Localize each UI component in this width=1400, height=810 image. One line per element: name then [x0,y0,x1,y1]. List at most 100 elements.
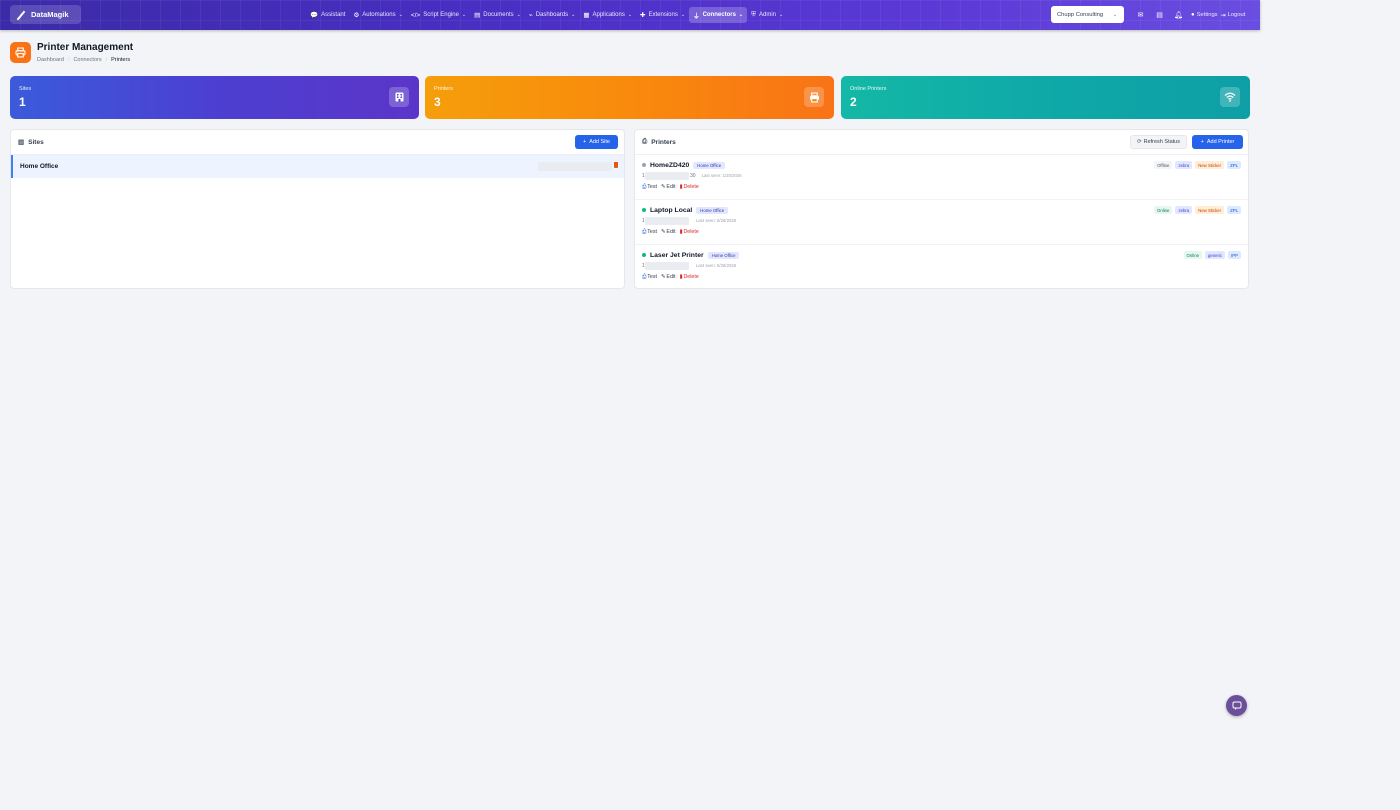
chat-bubble-icon [1232,701,1241,710]
delete-label: Delete [683,274,699,280]
add-site-button[interactable]: + Add Site [575,135,618,149]
chevron-down-icon: ⌄ [680,12,686,18]
breadcrumb-current: Printers [111,57,131,63]
add-printer-button[interactable]: + Add Printer [1192,135,1243,149]
chevron-down-icon: ⌄ [571,12,576,18]
site-address-redacted [538,162,612,171]
printer-name: HomeZD420 [650,161,690,169]
chevron-down-icon: ⌄ [461,12,467,18]
refresh-status-button[interactable]: ⟳ Refresh Status [1130,135,1187,149]
edit-icon: ✎ [660,274,666,280]
chevron-down-icon: ⌄ [627,12,633,18]
nav-label: Applications [592,12,625,18]
sites-panel-title: Sites [28,138,44,146]
trash-icon[interactable] [614,162,618,168]
printer-tag: New Sticker [1195,206,1225,214]
printer-row: Laptop Local Home Office Online zebra New … [635,200,1248,245]
logout-link[interactable]: ⇥ Logout [1221,12,1246,19]
nav-label: Script Engine [423,12,459,18]
chevron-down-icon: ⌄ [738,12,744,18]
mail-icon[interactable]: ✉ [1131,7,1150,23]
edit-label: Edit [666,184,676,190]
stat-label: Sites [19,86,32,92]
printer-list: HomeZD420 Home Office Offline zebra New St… [635,155,1248,290]
stat-label: Printers [434,86,453,92]
test-button[interactable]: ⎙Test [642,229,657,236]
nav-applications[interactable]: ▦ Applications ⌄ [579,7,636,23]
printer-tag: New Sticker [1195,161,1225,169]
test-button[interactable]: ⎙Test [642,274,657,281]
document-icon: ▤ [474,12,481,19]
nav-label: Assistant [321,12,346,18]
printers-panel-header: ⎙ Printers ⟳ Refresh Status + Add Printer [635,130,1248,155]
edit-button[interactable]: ✎Edit [661,184,676,191]
refresh-icon: ⟳ [1137,139,1142,145]
breadcrumb-dashboard[interactable]: Dashboard [37,57,64,63]
delete-button[interactable]: ▮Delete [680,184,699,191]
building-icon [389,87,409,107]
bell-icon[interactable]: 🔔︎ [1169,7,1188,23]
printer-tag: zebra [1175,161,1193,169]
site-row[interactable]: Home Office [11,155,624,178]
site-badge: Home Office [696,206,729,214]
printer-tags: Online zebra New Sticker ZPL [1154,206,1241,214]
breadcrumb-connectors[interactable]: Connectors [73,57,101,63]
test-button[interactable]: ⎙Test [642,184,657,191]
printer-address-redacted [645,261,689,270]
printer-tags: Offline zebra New Sticker ZPL [1154,161,1241,169]
nav-documents[interactable]: ▤ Documents ⌄ [470,7,525,23]
status-dot [642,208,646,212]
shield-icon: ⛨ [751,11,756,18]
chart-icon: ⌁ [528,12,533,19]
printer-tag: ZPL [1227,206,1241,214]
printer-tag: generic [1204,251,1226,259]
nav-extensions[interactable]: ✚ Extensions ⌄ [636,7,689,23]
delete-button[interactable]: ▮Delete [680,274,699,281]
organization-select[interactable]: Chupp Consulting ⌄ [1051,6,1124,23]
wifi-icon [1220,87,1240,107]
settings-link[interactable]: ● Settings [1191,12,1218,18]
top-navbar: DataMagik 💬 Assistant ⚙ Automations ⌄ </> Scri… [0,0,1260,30]
robot-icon: ⚙ [353,12,360,19]
code-icon: </> [410,11,421,19]
nav-admin[interactable]: ⛨ Admin ⌄ [747,7,787,23]
printer-address-redacted [645,171,689,180]
delete-button[interactable]: ▮Delete [680,229,699,236]
printer-row: HomeZD420 Home Office Offline zebra New St… [635,155,1248,200]
add-printer-label: Add Printer [1206,139,1235,145]
last-seen: Last seen: 5/28/2026 [696,218,737,223]
puzzle-icon: ✚ [640,12,646,19]
nav-assistant[interactable]: 💬 Assistant [306,7,349,23]
printer-tag: zebra [1175,206,1193,214]
stat-value: 3 [434,95,441,109]
chevron-down-icon: ⌄ [398,12,403,18]
nav-automations[interactable]: ⚙ Automations ⌄ [349,7,406,23]
edit-label: Edit [666,274,676,280]
printer-name: Laptop Local [650,206,693,214]
printer-icon [804,87,824,107]
test-label: Test [647,274,657,280]
sites-panel-header: ▥ Sites + Add Site [11,130,624,155]
printer-address-redacted [645,216,689,225]
brand-logo[interactable]: DataMagik [10,5,81,24]
chevron-down-icon: ⌄ [516,12,521,18]
printer-tag: Offline [1154,161,1173,169]
printer-icon: ⎙ [642,138,648,145]
nav-connectors[interactable]: ⏚ Connectors ⌄ [689,7,748,23]
nav-script-engine[interactable]: </> Script Engine ⌄ [407,7,470,23]
chat-assistant-button[interactable] [1226,695,1247,716]
book-icon[interactable]: ▤ [1150,7,1169,23]
delete-label: Delete [683,229,699,235]
nav-dashboards[interactable]: ⌁ Dashboards ⌄ [525,7,579,23]
printer-icon [10,42,31,63]
logout-icon: ⇥ [1220,12,1226,19]
nav-label: Dashboards [535,12,569,18]
refresh-status-label: Refresh Status [1143,139,1180,145]
user-icon: ● [1191,12,1195,18]
edit-button[interactable]: ✎Edit [661,229,676,236]
printer-name: Laser Jet Printer [650,251,704,259]
status-dot [642,253,646,257]
printer-tag: Online [1154,206,1173,214]
edit-button[interactable]: ✎Edit [661,274,676,281]
status-dot [642,163,646,167]
